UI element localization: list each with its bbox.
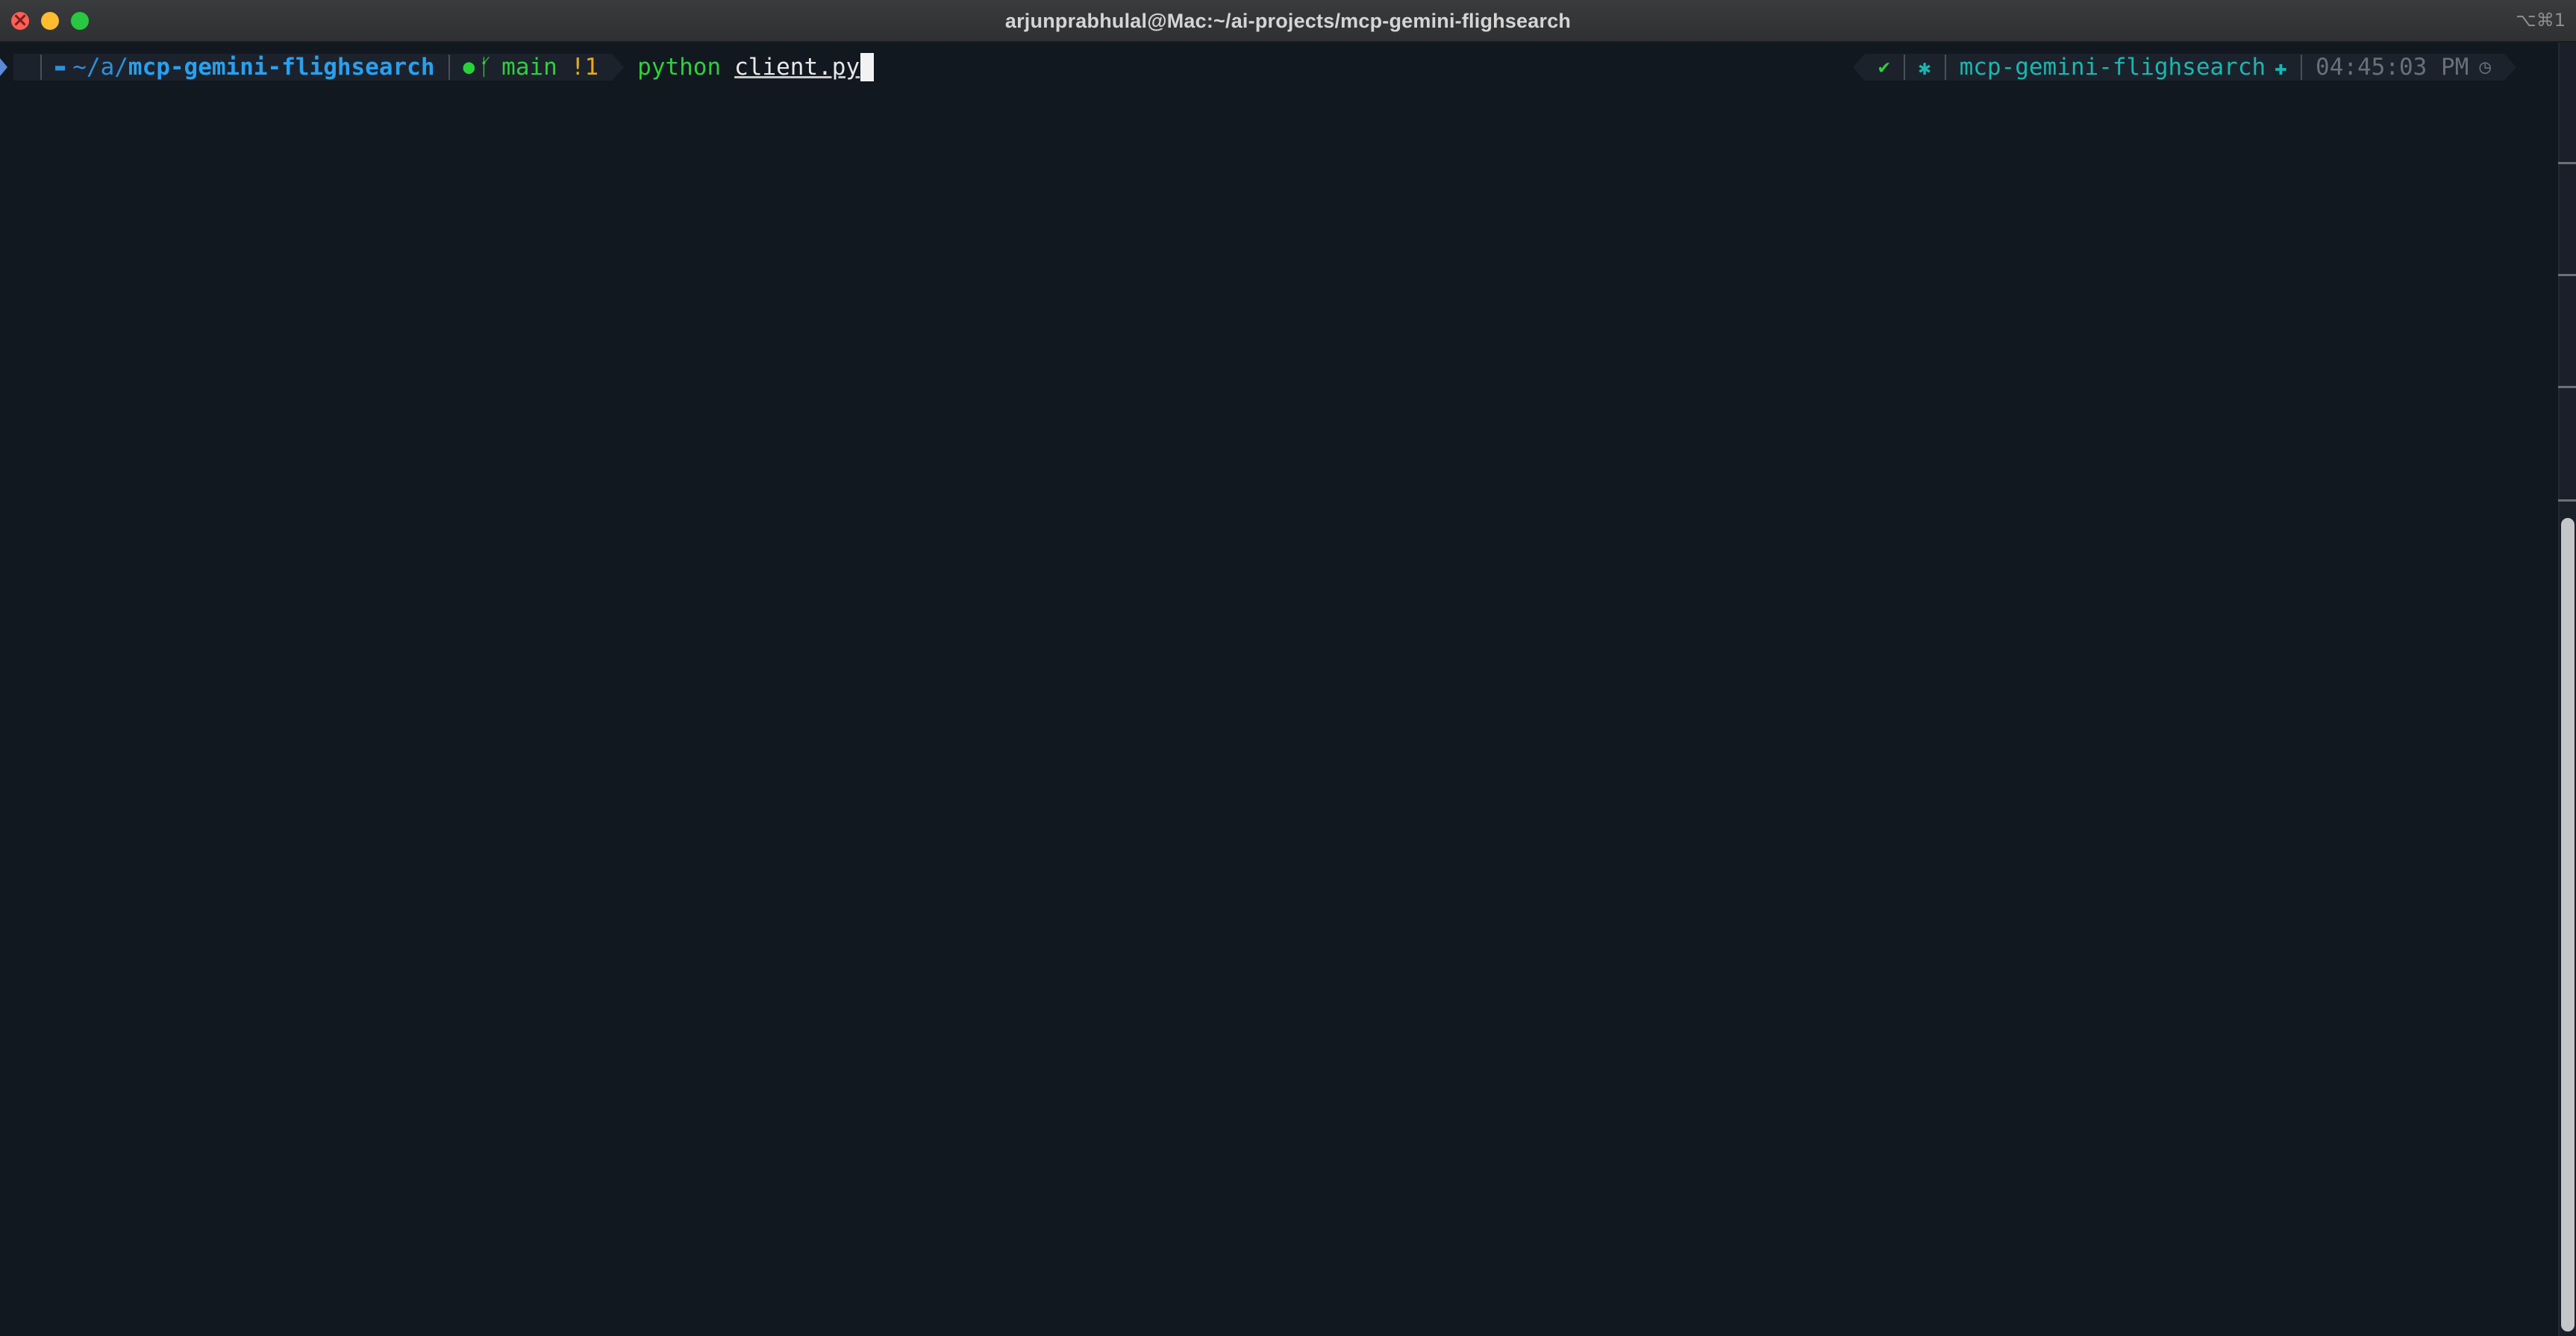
scrollbar-thumb[interactable]	[2561, 518, 2575, 1332]
terminal-content[interactable]: ▬ ~/a/ mcp-gemini-flighsearch ● ᚶ main !…	[0, 43, 2552, 1336]
window-title: arjunprabhulal@Mac:~/ai-projects/mcp-gem…	[1004, 10, 1572, 32]
gear-icon: ✱	[1918, 54, 1931, 80]
virtualenv-name: mcp-gemini-flighsearch	[1959, 54, 2266, 81]
settings-segment: ✱	[1904, 54, 1945, 81]
git-branch: main	[501, 54, 557, 81]
python-icon: ✚	[2275, 54, 2288, 80]
scroll-mark	[2558, 499, 2576, 502]
scroll-mark	[2558, 162, 2576, 164]
path-current: mcp-gemini-flighsearch	[128, 54, 435, 81]
scrollbar-track[interactable]	[2558, 43, 2576, 1336]
window-shortcut: ⌥⌘1	[2516, 10, 2566, 31]
path-prefix: ~/a/	[72, 54, 128, 81]
time-segment: 04:45:03 PM ◷	[2302, 54, 2504, 81]
title-bar: arjunprabhulal@Mac:~/ai-projects/mcp-gem…	[0, 0, 2576, 43]
prompt-end-arrow	[612, 54, 625, 81]
right-prompt-end-arrow	[2504, 54, 2516, 81]
prompt-left: ▬ ~/a/ mcp-gemini-flighsearch ● ᚶ main !…	[0, 49, 875, 86]
git-status: !1	[570, 54, 599, 81]
checkmark-icon: ✔	[1878, 56, 1890, 78]
os-segment	[13, 54, 40, 81]
directory-segment: ▬ ~/a/ mcp-gemini-flighsearch	[42, 54, 448, 81]
scroll-mark	[2558, 274, 2576, 276]
status-segment: ✔	[1865, 54, 1904, 81]
prompt-right: ✔ ✱ mcp-gemini-flighsearch ✚ 04:45:03 PM…	[1853, 49, 2516, 86]
command-text: python	[637, 54, 722, 81]
prompt-start-marker	[0, 58, 7, 76]
prompt-time: 04:45:03 PM	[2316, 54, 2469, 81]
right-prompt-start-arrow	[1853, 54, 1866, 81]
git-segment: ● ᚶ main !1	[449, 54, 613, 81]
clock-icon: ◷	[2479, 56, 2491, 78]
git-branch-icon: ᚶ	[479, 54, 493, 81]
text-cursor	[860, 53, 875, 81]
github-icon: ●	[463, 56, 475, 78]
terminal-window: arjunprabhulal@Mac:~/ai-projects/mcp-gem…	[0, 0, 2576, 1336]
virtualenv-segment: mcp-gemini-flighsearch ✚	[1945, 54, 2301, 81]
folder-icon: ▬	[55, 57, 66, 77]
command-argument: client.py	[734, 54, 860, 81]
scroll-mark	[2558, 386, 2576, 388]
